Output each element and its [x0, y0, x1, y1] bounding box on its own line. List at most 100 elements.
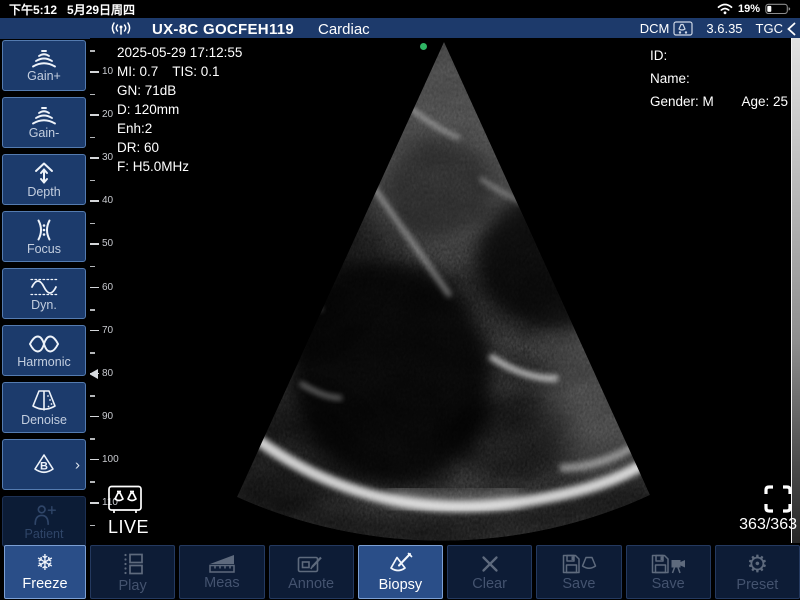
annote-button[interactable]: Annote	[269, 545, 354, 599]
app-header: UX-8C GOCFEH119 Cardiac DCM 3.6.35 TGC	[0, 18, 800, 39]
ruler-minor-tick	[90, 481, 95, 483]
gain-waves-icon	[30, 106, 58, 126]
clear-button[interactable]: Clear	[447, 545, 532, 599]
button-label: Annote	[288, 577, 334, 592]
button-label: Clear	[472, 577, 507, 592]
tis-value: TIS: 0.1	[172, 64, 219, 79]
ruler-tick-label: 20	[102, 109, 113, 120]
ruler-minor-tick	[90, 223, 95, 225]
clock-date: 5月29日周四	[67, 1, 135, 18]
ruler-minor-tick	[90, 309, 95, 311]
b-mode-button[interactable]: B ›	[2, 439, 86, 490]
focus-marker[interactable]	[90, 369, 98, 379]
patient-gender: Gender: M	[650, 90, 714, 113]
patient-button[interactable]: Patient	[2, 496, 86, 547]
gain-waves-icon	[30, 49, 58, 69]
wifi-icon	[717, 3, 733, 15]
button-label: Freeze	[22, 577, 67, 592]
meas-button[interactable]: Meas	[179, 545, 264, 599]
floppy-camera-icon	[650, 553, 686, 575]
ruler-minor-tick	[90, 180, 95, 182]
button-label: Denoise	[21, 414, 67, 427]
snowflake-icon: ❄	[36, 553, 54, 575]
patient-age: Age: 25	[741, 90, 788, 113]
bottom-toolbar: ❄ Freeze Play Meas	[0, 545, 800, 599]
dcm-export-icon	[673, 21, 693, 36]
button-label: Patient	[25, 528, 64, 541]
ruler-tick-label: 60	[102, 282, 113, 293]
clock-time: 下午5:12	[9, 1, 57, 18]
software-version: 3.6.35	[706, 21, 742, 36]
ruler-tick-label: 80	[102, 368, 113, 379]
chevron-left-icon	[786, 22, 796, 36]
gain-minus-button[interactable]: Gain-	[2, 97, 86, 148]
button-label: Save	[562, 577, 595, 592]
ruler-major-tick	[90, 243, 99, 245]
ultrasound-app-screen: 下午5:12 5月29日周四 19%	[0, 0, 800, 600]
button-label: Harmonic	[17, 356, 71, 369]
frame-counter: 363/363	[739, 484, 797, 534]
ruler-minor-tick	[90, 94, 95, 96]
tgc-button[interactable]: TGC	[756, 21, 796, 36]
b-mode-sector-icon: B	[31, 453, 57, 477]
ruler-minor-tick	[90, 266, 95, 268]
live-label: LIVE	[108, 517, 149, 538]
live-indicator: LIVE	[106, 484, 149, 538]
image-parameters-overlay: 2025-05-29 17:12:55 MI: 0.7 TIS: 0.1 GN: …	[117, 43, 242, 176]
depth-ruler: 102030405060708090100110	[90, 38, 120, 543]
film-strip-icon	[120, 551, 146, 577]
frequency-readout: F: H5.0MHz	[117, 157, 242, 176]
ruler-major-tick	[90, 416, 99, 418]
biopsy-button[interactable]: Biopsy	[358, 545, 443, 599]
ruler-major-tick	[90, 71, 99, 73]
depth-button[interactable]: Depth	[2, 154, 86, 205]
acquisition-datetime: 2025-05-29 17:12:55	[117, 43, 242, 62]
harmonic-button[interactable]: Harmonic	[2, 325, 86, 376]
dcm-button[interactable]: DCM	[640, 21, 694, 36]
denoise-button[interactable]: Denoise	[2, 382, 86, 433]
button-label: Preset	[736, 578, 778, 593]
ruler-major-tick	[90, 459, 99, 461]
patient-name-label: Name:	[650, 67, 788, 90]
ruler-tick-label: 30	[102, 152, 113, 163]
ruler-tick-label: 100	[102, 454, 119, 465]
dynamic-range-button[interactable]: Dyn.	[2, 268, 86, 319]
patient-info-overlay: ID: Name: Gender: M Age: 25	[650, 44, 788, 113]
patient-person-icon	[31, 503, 57, 527]
ruler-minor-tick	[90, 50, 95, 52]
button-label: Biopsy	[379, 578, 423, 593]
ruler-major-tick	[90, 287, 99, 289]
gear-icon: ⚙	[747, 552, 769, 576]
ruler-tick-label: 70	[102, 325, 113, 336]
enhance-readout: Enh:2	[117, 119, 242, 138]
preset-button[interactable]: ⚙ Preset	[715, 545, 800, 599]
ruler-minor-tick	[90, 525, 95, 527]
patient-gender-age-row: Gender: M Age: 25	[650, 90, 788, 113]
ruler-tick-label: 50	[102, 238, 113, 249]
dynamic-range-readout: DR: 60	[117, 138, 242, 157]
play-button[interactable]: Play	[90, 545, 175, 599]
left-control-sidebar: Gain+ Gain- Depth	[2, 40, 86, 547]
save-image-button[interactable]: Save	[536, 545, 621, 599]
focus-icon	[32, 218, 56, 242]
probe-signal-icon	[108, 20, 134, 36]
ruler-major-tick	[90, 502, 99, 504]
ruler-tick-label: 10	[102, 66, 113, 77]
ruler-major-tick	[90, 330, 99, 332]
gain-plus-button[interactable]: Gain+	[2, 40, 86, 91]
button-label: Gain+	[27, 70, 61, 83]
button-label: Play	[119, 579, 147, 594]
ruler-measure-icon	[207, 553, 237, 574]
freeze-button[interactable]: ❄ Freeze	[4, 545, 86, 599]
save-video-button[interactable]: Save	[626, 545, 711, 599]
chevron-right-icon: ›	[75, 456, 80, 473]
ruler-minor-tick	[90, 395, 95, 397]
gain-readout: GN: 71dB	[117, 81, 242, 100]
mi-value: MI: 0.7	[117, 64, 158, 79]
button-label: Depth	[27, 186, 60, 199]
tgc-panel-handle[interactable]	[791, 38, 800, 543]
button-label: Save	[652, 577, 685, 592]
ruler-minor-tick	[90, 438, 95, 440]
battery-icon	[765, 3, 791, 15]
focus-button[interactable]: Focus	[2, 211, 86, 262]
